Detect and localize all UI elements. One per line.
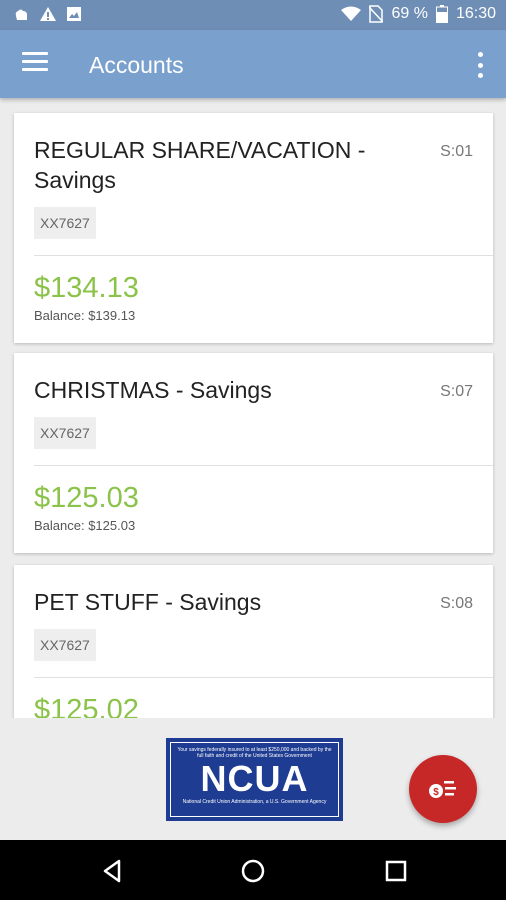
battery-percent: 69 % bbox=[391, 5, 428, 22]
account-card[interactable]: REGULAR SHARE/VACATION - Savings S:01 XX… bbox=[14, 113, 493, 343]
balance-text: Balance: $125.03 bbox=[34, 518, 136, 533]
account-name: PET STUFF - Savings bbox=[34, 589, 262, 615]
transfer-fab-button[interactable]: $ bbox=[409, 755, 477, 823]
recents-icon[interactable] bbox=[383, 858, 409, 884]
transfer-money-icon: $ bbox=[429, 781, 456, 798]
account-number-badge: XX7627 bbox=[34, 207, 96, 239]
account-card[interactable]: CHRISTMAS - Savings S:07 XX7627 $125.03 … bbox=[14, 353, 493, 553]
app-bar: Accounts bbox=[0, 30, 506, 98]
warning-icon bbox=[40, 7, 56, 21]
account-number-badge: XX7627 bbox=[34, 417, 96, 449]
footer: Your savings federally insured to at lea… bbox=[0, 718, 506, 840]
navigation-bar bbox=[0, 840, 506, 900]
image-icon bbox=[67, 7, 81, 21]
account-name: REGULAR SHARE/VACATION - Savings bbox=[34, 137, 366, 193]
account-card[interactable]: PET STUFF - Savings S:08 XX7627 $125.02 bbox=[14, 565, 493, 718]
svg-text:$: $ bbox=[433, 787, 439, 798]
ncua-agency-text: National Credit Union Administration, a … bbox=[182, 799, 327, 805]
share-id: S:08 bbox=[440, 595, 473, 612]
wifi-icon bbox=[341, 6, 362, 21]
balance-text: Balance: $139.13 bbox=[34, 308, 136, 323]
account-number-badge: XX7627 bbox=[34, 629, 96, 661]
available-amount: $125.02 bbox=[34, 694, 139, 718]
system-status: 69 % 16:30 bbox=[341, 5, 496, 23]
account-list[interactable]: REGULAR SHARE/VACATION - Savings S:01 XX… bbox=[0, 98, 506, 718]
share-id: S:01 bbox=[440, 143, 473, 160]
ncua-logo: Your savings federally insured to at lea… bbox=[166, 738, 343, 821]
battery-icon bbox=[435, 5, 448, 23]
more-vert-icon[interactable] bbox=[474, 52, 486, 78]
account-name: CHRISTMAS - Savings bbox=[34, 377, 272, 403]
ncua-mark: NCUA bbox=[200, 758, 309, 799]
available-amount: $134.13 bbox=[34, 272, 139, 304]
status-bar: 69 % 16:30 bbox=[0, 0, 506, 30]
clock: 16:30 bbox=[455, 5, 496, 22]
notification-icons bbox=[14, 6, 82, 22]
home-icon[interactable] bbox=[240, 858, 266, 884]
available-amount: $125.03 bbox=[34, 482, 139, 514]
back-icon[interactable] bbox=[100, 858, 126, 884]
share-id: S:07 bbox=[440, 383, 473, 400]
menu-icon[interactable] bbox=[22, 52, 48, 76]
cloud-upload-icon bbox=[15, 9, 27, 20]
page-title: Accounts bbox=[89, 52, 184, 78]
no-sim-icon bbox=[369, 5, 384, 23]
